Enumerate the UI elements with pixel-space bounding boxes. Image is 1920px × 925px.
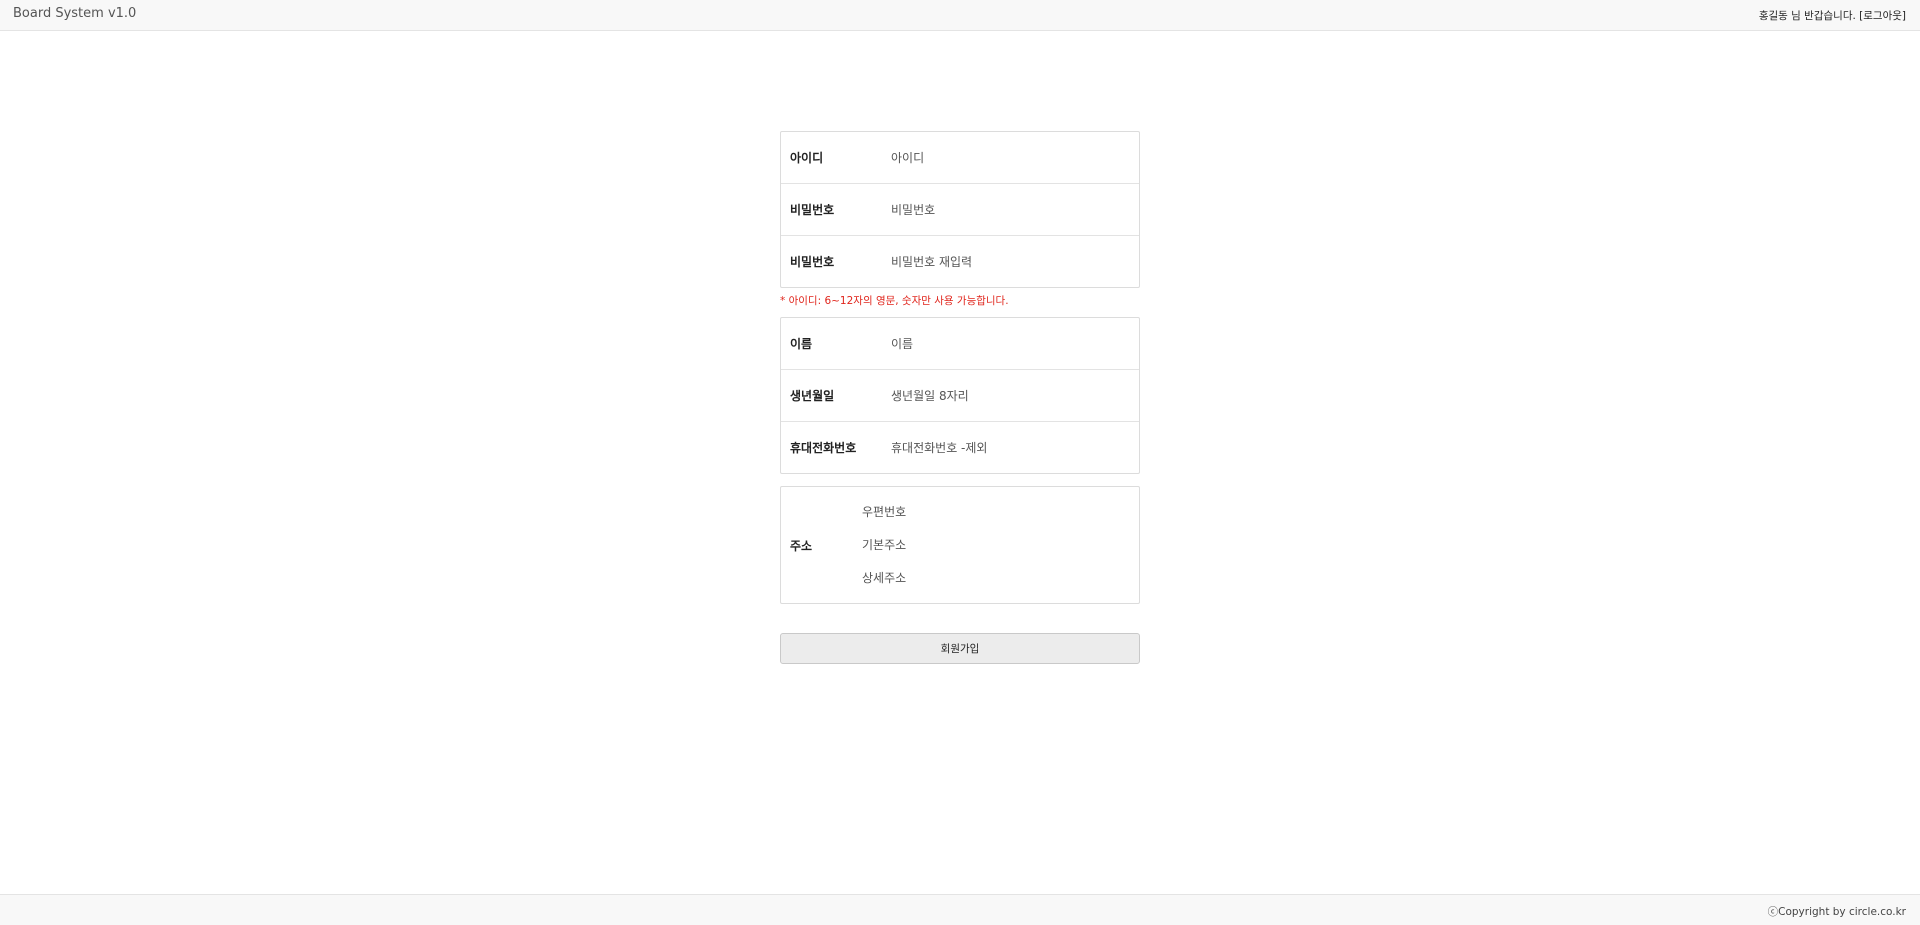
logout-link[interactable]: [로그아웃] bbox=[1859, 10, 1906, 22]
signup-button[interactable]: 회원가입 bbox=[780, 633, 1140, 664]
address-fields bbox=[862, 495, 1122, 594]
brand-title[interactable]: Board System v1.0 bbox=[13, 6, 136, 21]
user-greeting: 홍길동 님 반갑습니다. [로그아웃] bbox=[1759, 8, 1906, 23]
footer: ⓒCopyright by circle.co.kr bbox=[0, 894, 1920, 925]
signup-form: 아이디 비밀번호 비밀번호 * 아이디: 6~12자의 영문, 숫자만 사용 가… bbox=[780, 131, 1140, 664]
password-confirm-row: 비밀번호 bbox=[781, 235, 1139, 287]
account-section: 아이디 비밀번호 비밀번호 bbox=[780, 131, 1140, 288]
address-section: 주소 bbox=[780, 486, 1140, 604]
id-input[interactable] bbox=[891, 142, 1139, 173]
name-row: 이름 bbox=[781, 318, 1139, 369]
welcome-text: 홍길동 님 반갑습니다. bbox=[1758, 10, 1856, 22]
birth-label: 생년월일 bbox=[790, 389, 835, 403]
copyright-text: ⓒCopyright by circle.co.kr bbox=[1767, 906, 1906, 918]
id-row: 아이디 bbox=[781, 132, 1139, 183]
profile-section: 이름 생년월일 휴대전화번호 bbox=[780, 317, 1140, 474]
detail-address-input[interactable] bbox=[862, 561, 1112, 594]
top-navbar: Board System v1.0 홍길동 님 반갑습니다. [로그아웃] bbox=[0, 0, 1920, 31]
birth-input[interactable] bbox=[891, 380, 1139, 411]
id-rule-notice: * 아이디: 6~12자의 영문, 숫자만 사용 가능합니다. bbox=[780, 295, 1009, 307]
phone-row: 휴대전화번호 bbox=[781, 421, 1139, 473]
basic-address-input[interactable] bbox=[862, 528, 1112, 561]
phone-input[interactable] bbox=[891, 432, 1139, 463]
phone-label: 휴대전화번호 bbox=[790, 441, 857, 455]
id-label: 아이디 bbox=[790, 151, 824, 165]
password-input[interactable] bbox=[891, 194, 1139, 225]
zipcode-input[interactable] bbox=[862, 495, 1112, 528]
address-label: 주소 bbox=[790, 539, 813, 553]
password-confirm-input[interactable] bbox=[891, 246, 1139, 277]
name-input[interactable] bbox=[891, 328, 1139, 359]
name-label: 이름 bbox=[790, 337, 813, 351]
password-row: 비밀번호 bbox=[781, 183, 1139, 235]
birth-row: 생년월일 bbox=[781, 369, 1139, 421]
password-confirm-label: 비밀번호 bbox=[790, 255, 835, 269]
password-label: 비밀번호 bbox=[790, 203, 835, 217]
